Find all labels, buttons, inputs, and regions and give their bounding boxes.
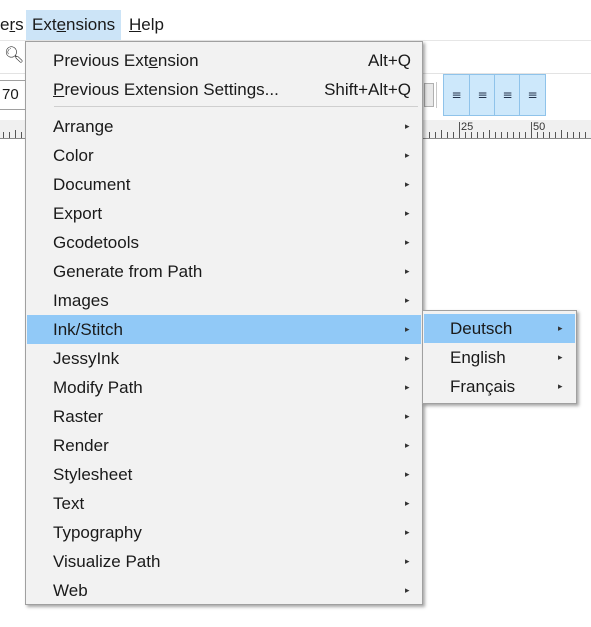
menu-item-jessyink[interactable]: JessyInk ▸ [27, 344, 421, 373]
menu-item-document[interactable]: Document ▸ [27, 170, 421, 199]
align-left-icon[interactable]: ≡ [444, 75, 469, 115]
menu-item-label: Visualize Path [53, 552, 161, 571]
menu-item-gcodetools[interactable]: Gcodetools ▸ [27, 228, 421, 257]
menu-item-label: Color [53, 146, 94, 165]
width-field[interactable]: 70 [0, 80, 27, 110]
submenu-arrow-icon: ▸ [405, 527, 410, 537]
submenu-arrow-icon: ▸ [405, 179, 410, 189]
menu-item-label: Images [53, 291, 109, 310]
toolbar-separator [436, 82, 437, 108]
submenu-item-label: Français [450, 377, 516, 396]
menu-item-previous-extension[interactable]: Previous Extension Alt+Q [27, 46, 421, 75]
submenu-arrow-icon: ▸ [405, 295, 410, 305]
submenu-arrow-icon: ▸ [405, 440, 410, 450]
unit-field[interactable] [424, 83, 434, 107]
ink-stitch-submenu: Deutsch ▸ English ▸ Français ▸ [422, 310, 577, 404]
extensions-menu: Previous Extension Alt+Q Previous Extens… [25, 41, 423, 605]
submenu-arrow-icon: ▸ [405, 469, 410, 479]
menu-item-visualize-path[interactable]: Visualize Path ▸ [27, 547, 421, 576]
submenu-arrow-icon: ▸ [405, 208, 410, 218]
menu-item-arrange[interactable]: Arrange ▸ [27, 112, 421, 141]
submenu-arrow-icon: ▸ [405, 411, 410, 421]
menu-item-render[interactable]: Render ▸ [27, 431, 421, 460]
menu-item-label: Typography [53, 523, 142, 542]
menu-item-shortcut: Shift+Alt+Q [324, 80, 411, 99]
submenu-item-deutsch[interactable]: Deutsch ▸ [424, 314, 575, 343]
submenu-arrow-icon: ▸ [405, 556, 410, 566]
menu-help[interactable]: Help [123, 10, 170, 40]
menu-item-stylesheet[interactable]: Stylesheet ▸ [27, 460, 421, 489]
menu-item-text[interactable]: Text ▸ [27, 489, 421, 518]
submenu-arrow-icon: ▸ [558, 352, 563, 362]
menu-item-web[interactable]: Web ▸ [27, 576, 421, 605]
submenu-item-english[interactable]: English ▸ [424, 343, 575, 372]
menu-item-export[interactable]: Export ▸ [27, 199, 421, 228]
submenu-arrow-icon: ▸ [405, 498, 410, 508]
submenu-item-label: Deutsch [450, 319, 513, 338]
menu-extensions-label: Extensions [32, 15, 116, 34]
menu-item-label: Export [53, 204, 103, 223]
submenu-arrow-icon: ▸ [405, 353, 410, 363]
align-justify-icon[interactable]: ≡ [519, 75, 545, 115]
align-center-icon[interactable]: ≡ [469, 75, 495, 115]
menu-item-color[interactable]: Color ▸ [27, 141, 421, 170]
menu-item-label: Stylesheet [53, 465, 133, 484]
submenu-item-label: English [450, 348, 506, 367]
menu-item-label: Generate from Path [53, 262, 203, 281]
submenu-arrow-icon: ▸ [405, 121, 410, 131]
submenu-arrow-icon: ▸ [405, 585, 410, 595]
menu-bar: ers Extensions Help [0, 10, 591, 41]
menu-item-generate-from-path[interactable]: Generate from Path ▸ [27, 257, 421, 286]
submenu-arrow-icon: ▸ [405, 266, 410, 276]
menu-filters-label: ers [0, 15, 24, 34]
menu-item-label: Raster [53, 407, 104, 426]
menu-item-label: Arrange [53, 117, 114, 136]
menu-item-label: Ink/Stitch [53, 320, 123, 339]
menu-item-typography[interactable]: Typography ▸ [27, 518, 421, 547]
submenu-arrow-icon: ▸ [405, 237, 410, 247]
submenu-arrow-icon: ▸ [405, 324, 410, 334]
menu-item-label: JessyInk [53, 349, 120, 368]
menu-extensions[interactable]: Extensions [26, 10, 122, 40]
submenu-item-francais[interactable]: Français ▸ [424, 372, 575, 401]
menu-item-label: Render [53, 436, 109, 455]
menu-item-shortcut: Alt+Q [368, 51, 411, 70]
menu-item-label: Gcodetools [53, 233, 139, 252]
menu-item-raster[interactable]: Raster ▸ [27, 402, 421, 431]
menu-item-label: Web [53, 581, 88, 600]
zoom-icon[interactable]: 🔍︎ [4, 47, 24, 65]
submenu-arrow-icon: ▸ [405, 382, 410, 392]
submenu-arrow-icon: ▸ [405, 150, 410, 160]
menu-item-modify-path[interactable]: Modify Path ▸ [27, 373, 421, 402]
menu-item-label: Modify Path [53, 378, 143, 397]
menu-item-images[interactable]: Images ▸ [27, 286, 421, 315]
menu-item-ink-stitch[interactable]: Ink/Stitch ▸ [27, 315, 421, 344]
menu-help-label: Help [129, 15, 164, 34]
menu-item-label: Previous Extension Settings... [53, 80, 279, 99]
submenu-arrow-icon: ▸ [558, 323, 563, 333]
menu-separator [54, 106, 418, 107]
menu-item-label: Document [53, 175, 131, 194]
align-right-icon[interactable]: ≡ [494, 75, 520, 115]
menu-item-previous-extension-settings[interactable]: Previous Extension Settings... Shift+Alt… [27, 75, 421, 104]
submenu-arrow-icon: ▸ [558, 381, 563, 391]
menu-item-label: Text [53, 494, 85, 513]
align-button-group: ≡ ≡ ≡ ≡ [443, 74, 546, 116]
menu-item-label: Previous Extension [53, 51, 199, 70]
